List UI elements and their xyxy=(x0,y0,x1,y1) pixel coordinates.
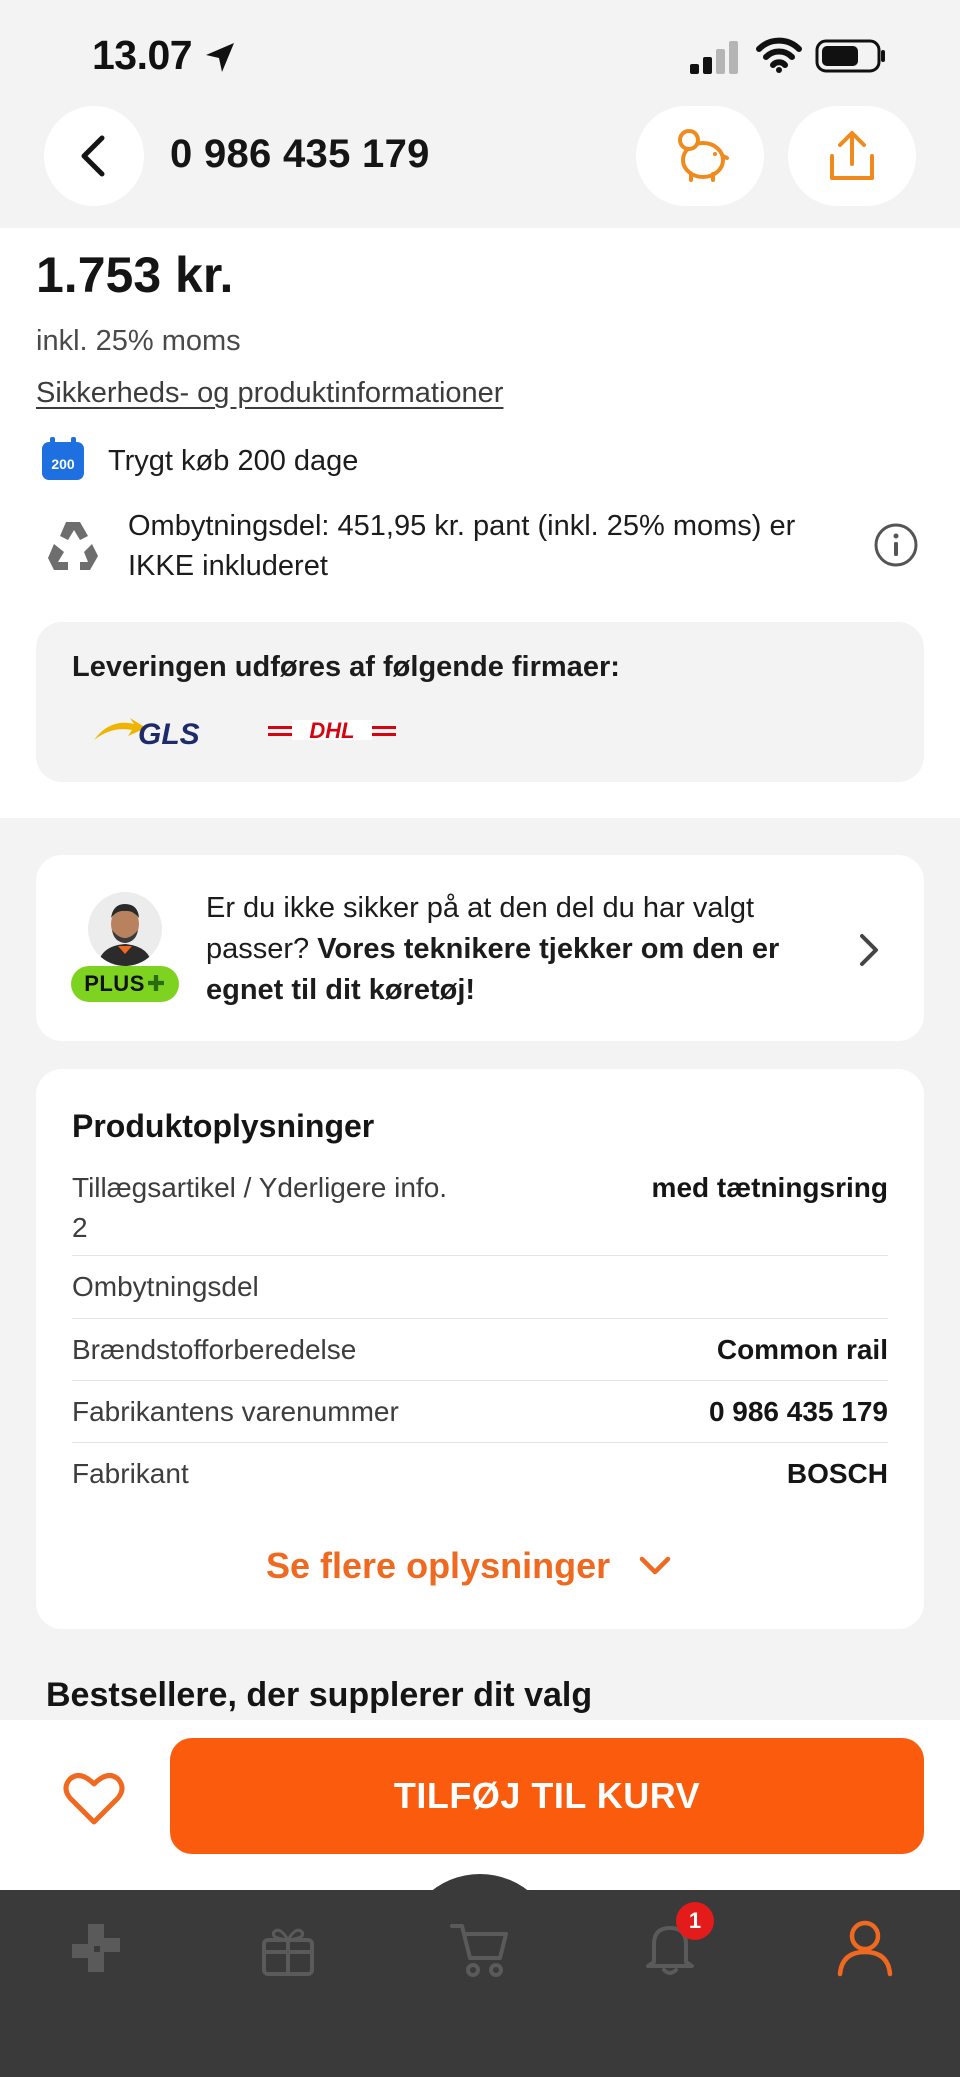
recycle-icon xyxy=(48,522,98,570)
technician-avatar xyxy=(88,892,162,966)
show-more-button[interactable]: Se flere oplysninger xyxy=(266,1545,672,1587)
calendar-icon: 200 xyxy=(42,437,84,480)
page-title: 0 986 435 179 xyxy=(170,132,430,176)
gls-text: GLS xyxy=(138,718,200,750)
savings-button[interactable] xyxy=(636,106,764,206)
product-info-row: Brændstofforberedelse Common rail xyxy=(72,1319,888,1381)
row-label: Fabrikantens varenummer xyxy=(72,1396,399,1427)
cellular-signal-icon xyxy=(690,41,738,74)
add-to-cart-button[interactable]: TILFØJ TIL KURV xyxy=(170,1738,924,1854)
product-info-title: Produktoplysninger xyxy=(72,1108,375,1144)
row-label: Tillægsartikel / Yderligere info. 2 xyxy=(72,1172,448,1243)
delivery-title: Leveringen udføres af følgende firmaer: xyxy=(72,651,620,683)
row-value: 0 986 435 179 xyxy=(708,1396,888,1427)
status-time: 13.07 xyxy=(92,32,193,78)
notification-badge: 1 xyxy=(676,1902,714,1940)
dhl-logo: DHL xyxy=(268,718,396,743)
info-icon[interactable] xyxy=(873,522,919,568)
gift-icon[interactable] xyxy=(258,1920,318,1980)
profile-icon[interactable] xyxy=(834,1916,896,1978)
row-value: Common rail xyxy=(716,1334,888,1365)
plus-badge-label: PLUS xyxy=(84,971,145,996)
delivery-box xyxy=(36,622,924,782)
row-label: Fabrikant xyxy=(72,1458,189,1489)
dhl-text: DHL xyxy=(309,718,354,743)
safety-info-link[interactable]: Sikkerheds- og produktinformationer xyxy=(36,377,503,410)
calendar-badge-text: 200 xyxy=(51,456,75,472)
product-info-row: Tillægsartikel / Yderligere info. 2 med … xyxy=(72,1168,888,1256)
chevron-left-icon xyxy=(81,135,105,177)
vat-note: inkl. 25% moms xyxy=(36,325,241,357)
row-label: Ombytningsdel xyxy=(72,1271,259,1302)
share-icon xyxy=(830,131,874,180)
plus-badge: PLUS ✚ xyxy=(71,966,179,1002)
product-info-row: Ombytningsdel xyxy=(72,1256,888,1319)
row-value: med tætningsring xyxy=(651,1172,888,1203)
product-info-row: Fabrikant BOSCH xyxy=(72,1443,888,1505)
row-value: BOSCH xyxy=(786,1458,888,1489)
safe-purchase-text: Trygt køb 200 dage xyxy=(108,445,359,477)
share-button[interactable] xyxy=(788,106,916,206)
exchange-note: Ombytningsdel: 451,95 kr. pant (inkl. 25… xyxy=(128,510,796,582)
price: 1.753 kr. xyxy=(36,247,234,303)
technician-check-text: Er du ikke sikker på at den del du har v… xyxy=(206,888,816,1011)
show-more-label: Se flere oplysninger xyxy=(266,1545,611,1586)
location-arrow-icon xyxy=(206,43,234,72)
heart-icon[interactable] xyxy=(62,1768,126,1828)
chevron-down-icon xyxy=(639,1556,671,1575)
bestsellers-heading: Bestsellere, der supplerer dit valg xyxy=(46,1676,593,1714)
chevron-right-icon xyxy=(860,934,878,966)
piggy-bank-icon xyxy=(678,129,729,182)
catalog-icon[interactable] xyxy=(66,1918,126,1978)
gls-logo: GLS xyxy=(94,718,200,750)
cart-icon[interactable] xyxy=(448,1918,512,1982)
product-info-row: Fabrikantens varenummer 0 986 435 179 xyxy=(72,1381,888,1443)
plus-cross-icon: ✚ xyxy=(146,971,166,996)
wifi-icon xyxy=(756,37,802,73)
row-label: Brændstofforberedelse xyxy=(72,1334,357,1365)
battery-icon xyxy=(815,39,885,73)
back-button[interactable] xyxy=(44,106,144,206)
